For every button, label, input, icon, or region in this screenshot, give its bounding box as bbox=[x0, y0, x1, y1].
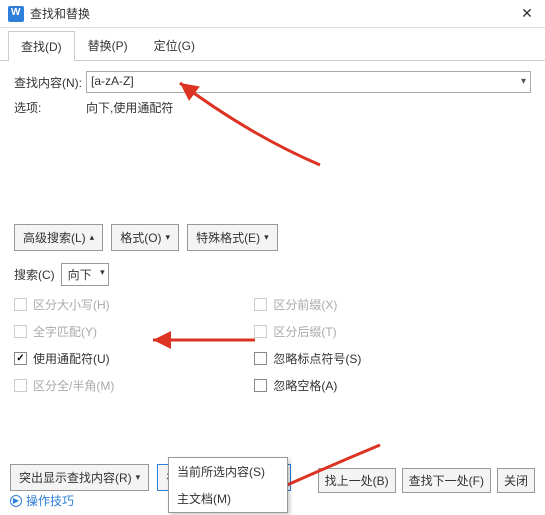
search-label: 查找内容(N): bbox=[14, 74, 86, 91]
chevron-up-icon: ▴ bbox=[90, 232, 95, 243]
options-value: 向下,使用通配符 bbox=[86, 99, 173, 116]
chevron-down-icon[interactable]: ▾ bbox=[521, 76, 526, 87]
checks-right: 区分前缀(X) 区分后缀(T) 忽略标点符号(S) 忽略空格(A) bbox=[254, 296, 361, 394]
scope-menu-selection[interactable]: 当前所选内容(S) bbox=[169, 458, 287, 485]
chevron-down-icon: ▾ bbox=[166, 232, 171, 243]
highlight-button[interactable]: 突出显示查找内容(R)▾ bbox=[10, 464, 149, 491]
check-case: 区分大小写(H) bbox=[14, 296, 114, 313]
scope-menu: 当前所选内容(S) 主文档(M) bbox=[168, 457, 288, 513]
check-width: 区分全/半角(M) bbox=[14, 377, 114, 394]
check-wildcard[interactable]: 使用通配符(U) bbox=[14, 350, 114, 367]
window-title: 查找和替换 bbox=[30, 5, 517, 22]
format-button[interactable]: 格式(O)▾ bbox=[111, 224, 179, 251]
checks-left: 区分大小写(H) 全字匹配(Y) 使用通配符(U) 区分全/半角(M) bbox=[14, 296, 114, 394]
search-value: [a-zA-Z] bbox=[91, 74, 134, 88]
chevron-down-icon: ▾ bbox=[100, 267, 105, 278]
chevron-down-icon: ▾ bbox=[136, 472, 141, 483]
options-label: 选项: bbox=[14, 99, 86, 116]
chevron-down-icon: ▾ bbox=[264, 232, 269, 243]
special-format-button[interactable]: 特殊格式(E)▾ bbox=[187, 224, 278, 251]
tab-find[interactable]: 查找(D) bbox=[8, 31, 75, 61]
check-prefix: 区分前缀(X) bbox=[254, 296, 361, 313]
direction-label: 搜索(C) bbox=[14, 266, 55, 283]
find-prev-button[interactable]: 找上一处(B) bbox=[318, 468, 396, 493]
advanced-search-button[interactable]: 高级搜索(L)▴ bbox=[14, 224, 103, 251]
find-next-button[interactable]: 查找下一处(F) bbox=[402, 468, 491, 493]
direction-select[interactable]: 向下 ▾ bbox=[61, 263, 109, 286]
close-button[interactable]: 关闭 bbox=[497, 468, 535, 493]
tab-replace[interactable]: 替换(P) bbox=[75, 30, 141, 60]
scope-menu-maindoc[interactable]: 主文档(M) bbox=[169, 485, 287, 512]
tab-goto[interactable]: 定位(G) bbox=[141, 30, 208, 60]
app-icon bbox=[8, 6, 24, 22]
check-ignore-punct[interactable]: 忽略标点符号(S) bbox=[254, 350, 361, 367]
search-input[interactable]: [a-zA-Z] ▾ bbox=[86, 71, 531, 93]
tab-bar: 查找(D) 替换(P) 定位(G) bbox=[0, 28, 545, 61]
check-ignore-space[interactable]: 忽略空格(A) bbox=[254, 377, 361, 394]
tips-link[interactable]: ▶ 操作技巧 bbox=[10, 492, 74, 509]
play-icon: ▶ bbox=[10, 495, 22, 507]
check-suffix: 区分后缀(T) bbox=[254, 323, 361, 340]
check-wholeword: 全字匹配(Y) bbox=[14, 323, 114, 340]
close-icon[interactable]: ✕ bbox=[517, 5, 537, 22]
